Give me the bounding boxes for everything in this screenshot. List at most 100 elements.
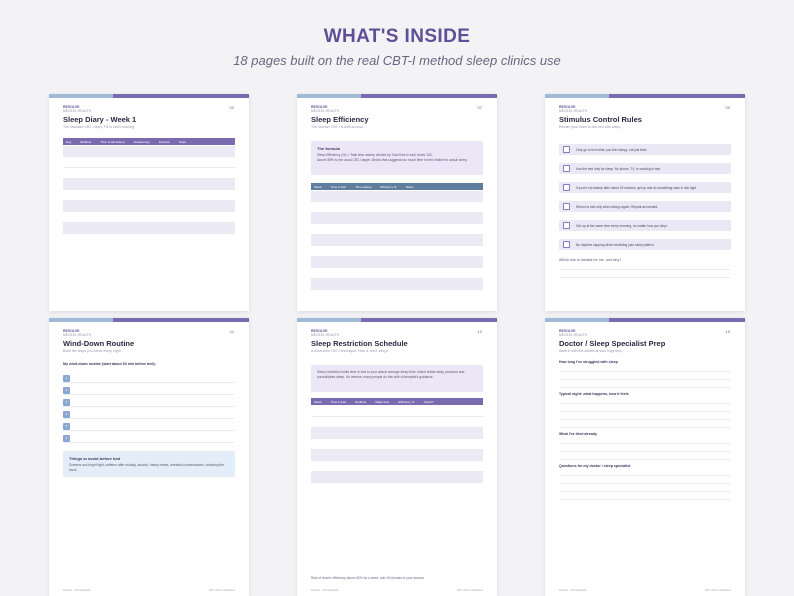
table-row [311, 428, 483, 439]
answer-lines [559, 262, 731, 278]
column-header: Awakenings [133, 139, 150, 144]
page-subtitle: Build the steps you follow every night. [63, 349, 122, 353]
table-row [311, 472, 483, 483]
callout-title: Things to avoid before bed [69, 456, 121, 461]
table-row [311, 268, 483, 279]
schedule-rows [311, 406, 483, 483]
table-row [311, 417, 483, 428]
page-footer: Resolve · Mental Health CBT-I Sleep Workb… [63, 589, 235, 592]
page-top-band [49, 318, 249, 322]
routine-step: 6 [63, 434, 235, 443]
page-doctor-prep: RESOLVE MENTAL HEALTH 15 Doctor / Sleep S… [545, 318, 745, 596]
rule-item: Return to bed only when sleepy again. Re… [559, 201, 731, 212]
routine-prompt: My wind-down routine (start about 60 min… [63, 362, 156, 366]
page-title: Stimulus Control Rules [559, 115, 642, 124]
table-row [63, 190, 235, 201]
page-sleep-diary: RESOLVE MENTAL HEALTH 03 Sleep Diary - We… [49, 94, 249, 311]
page-number: 07 [477, 105, 482, 110]
page-subtitle: Retrain your brain to link bed with slee… [559, 125, 622, 129]
table-row [63, 223, 235, 234]
table-row [311, 235, 483, 246]
page-sleep-efficiency: RESOLVE MENTAL HEALTH 07 Sleep Efficiency… [297, 94, 497, 311]
table-row [63, 157, 235, 168]
rule-item: No daytime napping while rebuilding your… [559, 239, 731, 250]
checkbox-icon [563, 222, 570, 229]
page-subtitle: The number CBT-I is built around. [311, 125, 364, 129]
rule-item: Use the bed only for sleep. No phone, TV… [559, 163, 731, 174]
checkbox-icon [563, 146, 570, 153]
page-top-band [297, 318, 497, 322]
column-header: Time in bed [330, 399, 347, 404]
page-title: Sleep Restriction Schedule [311, 339, 408, 348]
page-title: Doctor / Sleep Specialist Prep [559, 339, 666, 348]
answer-lines [559, 468, 731, 500]
routine-step: 4 [63, 410, 235, 419]
page-number: 03 [229, 105, 234, 110]
brand-mark: RESOLVE MENTAL HEALTH [311, 329, 340, 337]
table-row [63, 201, 235, 212]
column-header: Adjust? [423, 399, 434, 404]
routine-step: 3 [63, 398, 235, 407]
checkbox-icon [563, 165, 570, 172]
routine-step: 1 [63, 374, 235, 383]
callout-body: Screens and bright light, caffeine after… [69, 463, 225, 472]
column-header: Duration [158, 139, 171, 144]
column-header: Bedtime [355, 399, 367, 404]
restriction-callout: Sleep restriction limits time in bed to … [311, 365, 483, 392]
hero-title: WHAT'S INSIDE [323, 26, 471, 47]
table-row [63, 212, 235, 223]
page-footer: Resolve · Mental Health CBT-I Sleep Workb… [311, 589, 483, 592]
brand-mark: RESOLVE MENTAL HEALTH [559, 105, 588, 113]
table-header: Week Time in bed Time asleep Efficiency … [311, 183, 483, 190]
routine-step: 2 [63, 386, 235, 395]
page-subtitle: The standard CBT-I diary. Fill in each m… [63, 125, 136, 129]
answer-lines [559, 396, 731, 428]
page-number: 15 [725, 329, 730, 334]
column-header: Week [314, 399, 322, 404]
page-title: Wind-Down Routine [63, 339, 135, 348]
table-row [311, 450, 483, 461]
answer-lines [559, 436, 731, 460]
table-row [311, 439, 483, 450]
callout-title: The formula [317, 146, 340, 151]
table-row [311, 246, 483, 257]
column-header: Week [314, 184, 322, 189]
column-header: Naps [179, 139, 187, 144]
brand-mark: RESOLVE MENTAL HEALTH [63, 105, 92, 113]
page-footer: Resolve · Mental Health CBT-I Sleep Workb… [559, 589, 731, 592]
efficiency-rows [311, 191, 483, 290]
page-top-band [49, 94, 249, 98]
table-row [63, 179, 235, 190]
table-row [311, 257, 483, 268]
page-number: 09 [725, 105, 730, 110]
table-row [63, 146, 235, 157]
column-header: Efficiency % [398, 399, 415, 404]
page-top-band [545, 94, 745, 98]
rule-of-thumb-note: Rule of thumb: efficiency above 85% for … [311, 576, 425, 580]
table-header: Day Bedtime Time to fall asleep Awakenin… [63, 138, 235, 145]
hero-subtitle: 18 pages built on the real CBT-I method … [233, 53, 561, 68]
brand-mark: RESOLVE MENTAL HEALTH [63, 329, 92, 337]
column-header: Time in bed [330, 184, 347, 189]
table-row [311, 213, 483, 224]
page-subtitle: A short-term CBT-I technique. Plan it, d… [311, 349, 390, 353]
column-header: Time asleep [355, 184, 372, 189]
table-header: Week Time in bed Bedtime Wake time Effic… [311, 398, 483, 405]
column-header: Time to fall asleep [100, 139, 125, 144]
routine-step: 5 [63, 422, 235, 431]
checkbox-icon [563, 184, 570, 191]
page-title: Sleep Diary - Week 1 [63, 115, 137, 124]
checkbox-icon [563, 241, 570, 248]
callout-note: Above 85% is the usual CBT-I target. Bel… [317, 157, 468, 162]
page-number: 13 [477, 329, 482, 334]
page-stimulus-control: RESOLVE MENTAL HEALTH 09 Stimulus Control… [545, 94, 745, 311]
page-title: Sleep Efficiency [311, 115, 369, 124]
page-sleep-restriction: RESOLVE MENTAL HEALTH 13 Sleep Restrictio… [297, 318, 497, 596]
column-header: Efficiency % [380, 184, 397, 189]
column-header: Bedtime [80, 139, 92, 144]
table-row [311, 202, 483, 213]
checkbox-icon [563, 203, 570, 210]
column-header: Day [66, 139, 72, 144]
column-header: Notes [405, 184, 414, 189]
callout-body: Sleep restriction limits time in bed to … [317, 370, 465, 379]
